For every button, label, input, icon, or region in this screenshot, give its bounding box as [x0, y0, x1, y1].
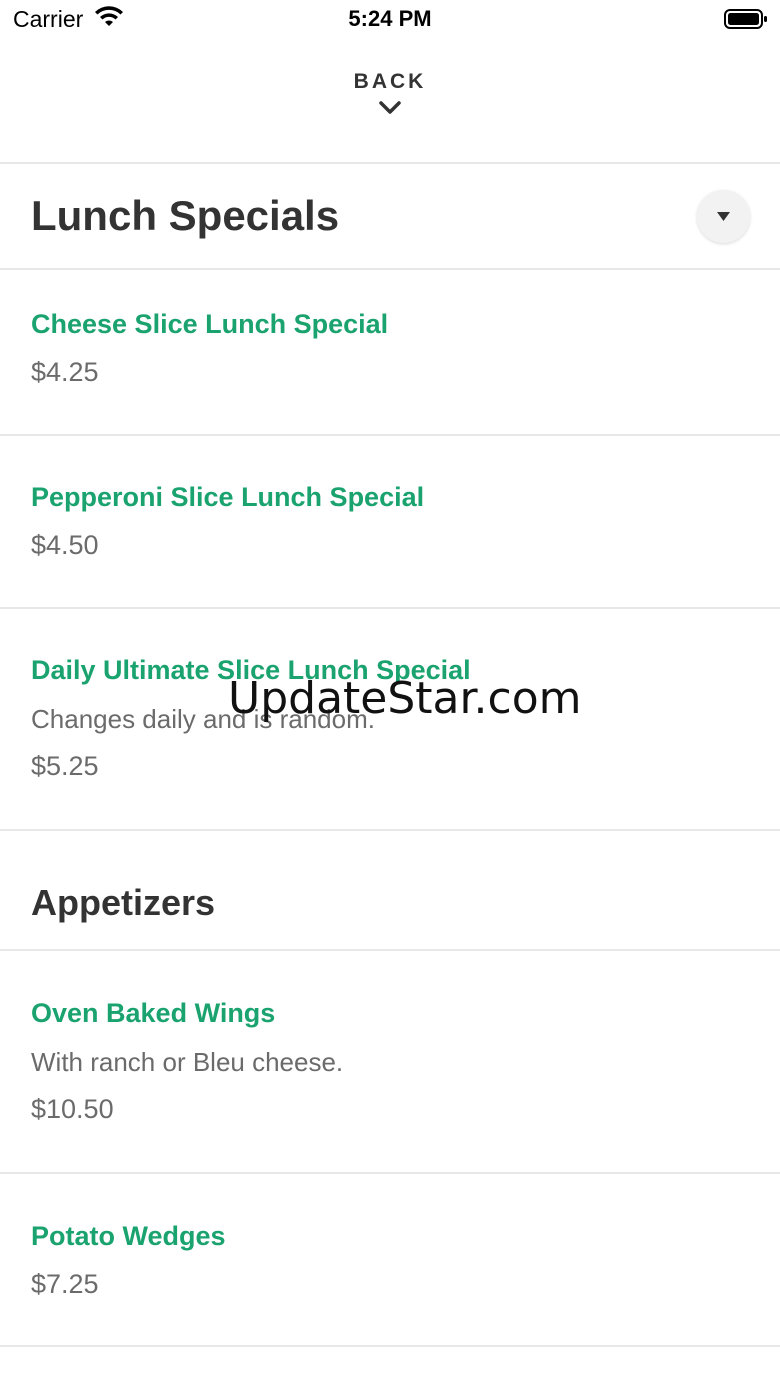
menu-item[interactable]: Cheese Slice Lunch Special $4.25	[31, 308, 751, 389]
item-name: Oven Baked Wings	[31, 998, 276, 1028]
menu-item[interactable]: Potato Wedges $7.25	[31, 1220, 751, 1301]
triangle-down-icon	[717, 212, 730, 221]
chevron-down-icon	[379, 101, 401, 114]
menu-item[interactable]: Oven Baked Wings With ranch or Bleu chee…	[31, 997, 751, 1126]
section-dropdown-button[interactable]	[697, 190, 750, 243]
divider	[0, 829, 780, 831]
section-title-appetizers: Appetizers	[31, 882, 216, 923]
watermark: UpdateStar.com	[228, 673, 582, 724]
divider	[0, 949, 780, 951]
item-price: $4.50	[31, 530, 99, 560]
item-name: Cheese Slice Lunch Special	[31, 309, 389, 339]
status-bar: Carrier 5:24 PM	[0, 0, 780, 40]
back-button[interactable]: BACK	[0, 70, 780, 140]
item-price: $5.25	[31, 751, 99, 781]
item-price: $4.25	[31, 357, 99, 387]
section-title-lunch-specials: Lunch Specials	[31, 192, 340, 239]
divider	[0, 162, 780, 164]
item-name: Potato Wedges	[31, 1221, 226, 1251]
clock: 5:24 PM	[348, 6, 432, 31]
battery-icon	[724, 9, 767, 29]
back-label: BACK	[353, 70, 427, 93]
item-description: With ranch or Bleu cheese.	[31, 1047, 344, 1077]
menu-item[interactable]: Pepperoni Slice Lunch Special $4.50	[31, 481, 751, 562]
item-name: Pepperoni Slice Lunch Special	[31, 482, 425, 512]
divider	[0, 268, 780, 270]
divider	[0, 1345, 780, 1347]
divider	[0, 1172, 780, 1174]
item-price: $7.25	[31, 1269, 99, 1299]
divider	[0, 607, 780, 609]
divider	[0, 434, 780, 436]
item-price: $10.50	[31, 1094, 114, 1124]
